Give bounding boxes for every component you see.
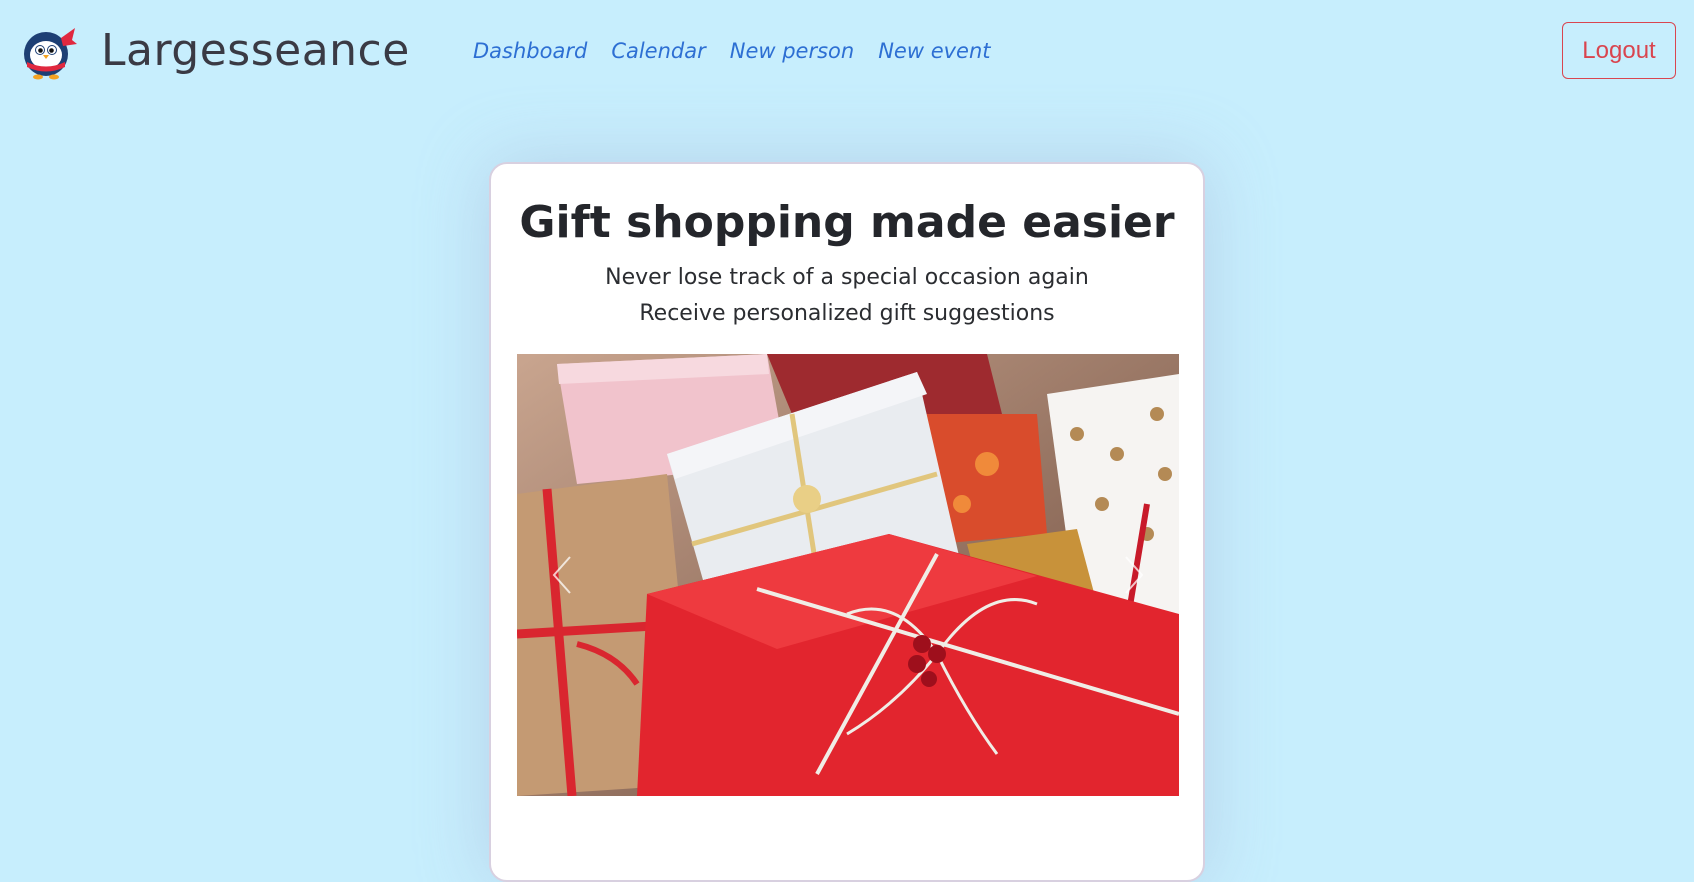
hero-subtitle-occasions: Never lose track of a special occasion a… (605, 265, 1089, 290)
chevron-right-icon (1125, 556, 1144, 594)
hero-subtitle-suggestions: Receive personalized gift suggestions (639, 301, 1055, 326)
nav-links: Dashboard Calendar New person New event (473, 36, 991, 66)
gift-image-carousel[interactable] (517, 354, 1179, 796)
gift-boxes-photo (517, 354, 1179, 796)
brand-name: Largesseance (101, 25, 410, 76)
logout-button[interactable]: Logout (1562, 22, 1676, 79)
nav-link-dashboard[interactable]: Dashboard (473, 36, 587, 66)
nav-link-new-event[interactable]: New event (878, 36, 990, 66)
chevron-left-icon (552, 556, 571, 594)
penguin-logo-icon (24, 28, 77, 80)
nav-link-new-person[interactable]: New person (730, 36, 854, 66)
nav-link-calendar[interactable]: Calendar (611, 36, 705, 66)
carousel-prev-button[interactable] (517, 354, 607, 796)
hero-card: Gift shopping made easier Never lose tra… (489, 162, 1205, 882)
hero-title: Gift shopping made easier (519, 197, 1175, 248)
carousel-next-button[interactable] (1089, 354, 1179, 796)
brand-home-link[interactable]: Largesseance (17, 22, 410, 80)
top-navbar: Largesseance Dashboard Calendar New pers… (0, 0, 1694, 102)
